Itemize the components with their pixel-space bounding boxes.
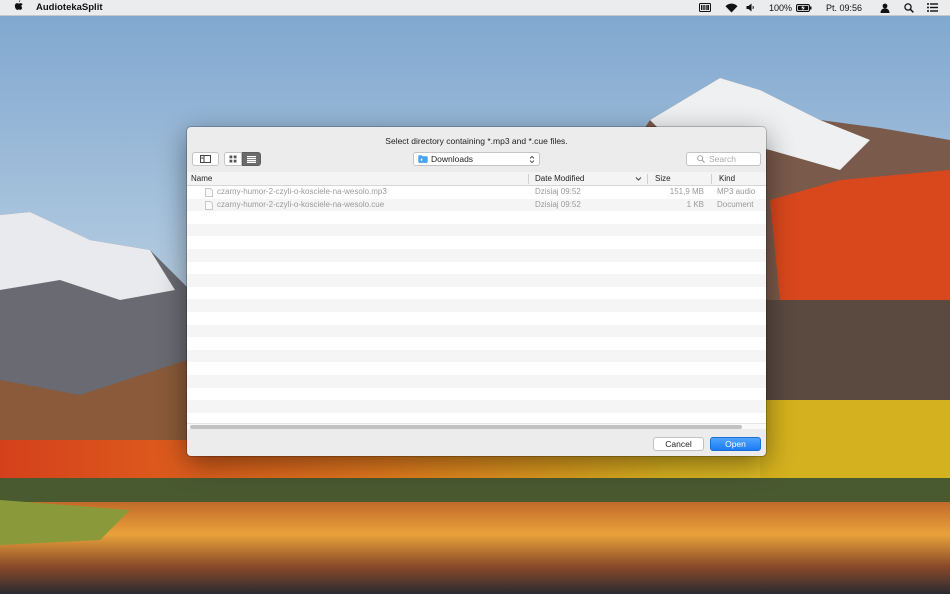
volume-icon[interactable] [746, 0, 755, 15]
folder-icon [418, 155, 428, 163]
table-row[interactable]: czarny-humor-2-czyli-o-kosciele-na-wesol… [187, 198, 766, 212]
search-field[interactable]: Search [686, 152, 761, 166]
location-popup[interactable]: Downloads [413, 152, 540, 166]
menu-bar: AudiotekaSplit 100% Pt. 09:56 [0, 0, 950, 16]
empty-row [187, 349, 766, 363]
location-label: Downloads [431, 154, 474, 164]
column-header-name[interactable]: Name [191, 172, 212, 185]
empty-row [187, 375, 766, 388]
empty-row [187, 274, 766, 287]
table-row[interactable]: czarny-humor-2-czyli-o-kosciele-na-wesol… [187, 186, 766, 199]
battery-charging-icon[interactable] [795, 0, 812, 15]
wifi-icon[interactable] [725, 0, 738, 15]
sidebar-icon [200, 155, 211, 163]
file-date-modified: Dzisiaj 09:52 [535, 187, 581, 196]
empty-row [187, 249, 766, 262]
dialog-toolbar: Downloads Search [187, 151, 766, 169]
file-date-modified: Dzisiaj 09:52 [535, 199, 581, 209]
empty-row [187, 223, 766, 237]
show-sidebar-button[interactable] [192, 152, 219, 166]
search-placeholder: Search [709, 154, 736, 164]
file-list: Name Date Modified Size Kind czarny-humo… [187, 172, 766, 428]
column-header-date-modified[interactable]: Date Modified [535, 172, 584, 185]
dialog-title: Select directory containing *.mp3 and *.… [385, 136, 568, 146]
user-icon[interactable] [880, 0, 890, 15]
file-name: czarny-humor-2-czyli-o-kosciele-na-wesol… [217, 199, 385, 209]
file-rows: czarny-humor-2-czyli-o-kosciele-na-wesol… [187, 186, 766, 428]
grid-icon [229, 155, 237, 163]
column-header-size[interactable]: Size [655, 172, 671, 185]
search-icon [697, 155, 705, 163]
notification-center-icon[interactable] [927, 0, 938, 15]
empty-row [187, 400, 766, 413]
open-directory-dialog: Select directory containing *.mp3 and *.… [187, 127, 766, 456]
file-size: 1 KB [686, 199, 704, 209]
file-list-header: Name Date Modified Size Kind [187, 172, 766, 186]
menubar-clock[interactable]: Pt. 09:56 [826, 0, 862, 15]
file-name: czarny-humor-2-czyli-o-kosciele-na-wesol… [217, 187, 387, 196]
file-icon [205, 188, 213, 197]
file-icon [205, 200, 213, 210]
file-kind: Document [717, 199, 754, 209]
cancel-button[interactable]: Cancel [653, 437, 704, 451]
sort-chevron-down-icon[interactable] [635, 175, 642, 184]
list-icon [247, 155, 256, 163]
file-kind: MP3 audio [717, 187, 756, 196]
horizontal-scrollbar[interactable] [187, 423, 766, 429]
empty-row [187, 324, 766, 338]
battery-percent: 100% [768, 2, 792, 13]
column-header-kind[interactable]: Kind [719, 172, 735, 185]
empty-row [187, 299, 766, 312]
file-size: 151,9 MB [669, 187, 704, 196]
list-view-button[interactable] [242, 152, 261, 166]
chevron-up-down-icon [529, 155, 535, 164]
spotlight-search-icon[interactable] [904, 0, 914, 15]
open-button[interactable]: Open [710, 437, 761, 451]
scrollbar-thumb[interactable] [190, 425, 742, 429]
apple-menu-icon[interactable] [13, 0, 23, 16]
app-menu-name[interactable]: AudiotekaSplit [36, 2, 103, 13]
icon-view-button[interactable] [224, 152, 242, 166]
keyboard-input-icon[interactable] [698, 0, 711, 15]
